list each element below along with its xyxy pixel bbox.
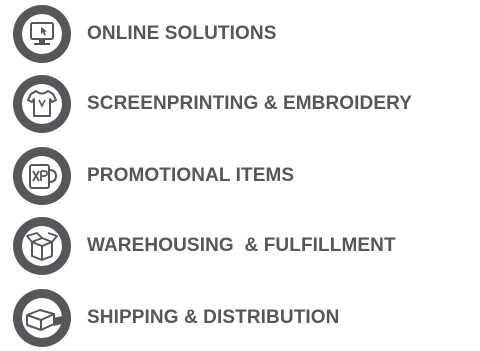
service-label: SCREENPRINTING & EMBROIDERY [87, 93, 413, 114]
service-item-online-solutions: ONLINE SOLUTIONS [12, 2, 277, 66]
computer-monitor-icon [13, 5, 71, 63]
service-label: PROMOTIONAL ITEMS [87, 165, 295, 186]
mug-icon [13, 147, 71, 205]
service-label: WAREHOUSING & FULFILLMENT [87, 235, 396, 256]
t-shirt-icon [13, 75, 71, 133]
service-item-promotional-items: PROMOTIONAL ITEMS [12, 144, 294, 208]
service-item-screenprinting: SCREENPRINTING & EMBROIDERY [12, 72, 412, 136]
box-icon [13, 217, 71, 275]
service-label: SHIPPING & DISTRIBUTION [87, 307, 340, 328]
service-label: ONLINE SOLUTIONS [87, 23, 277, 44]
service-item-shipping: SHIPPING & DISTRIBUTION [12, 286, 339, 350]
services-list: ONLINE SOLUTIONS SCREENPRINTING & EMBROI… [0, 0, 480, 351]
shipping-box-icon [13, 289, 71, 347]
service-item-warehousing: WAREHOUSING & FULFILLMENT [12, 214, 396, 278]
